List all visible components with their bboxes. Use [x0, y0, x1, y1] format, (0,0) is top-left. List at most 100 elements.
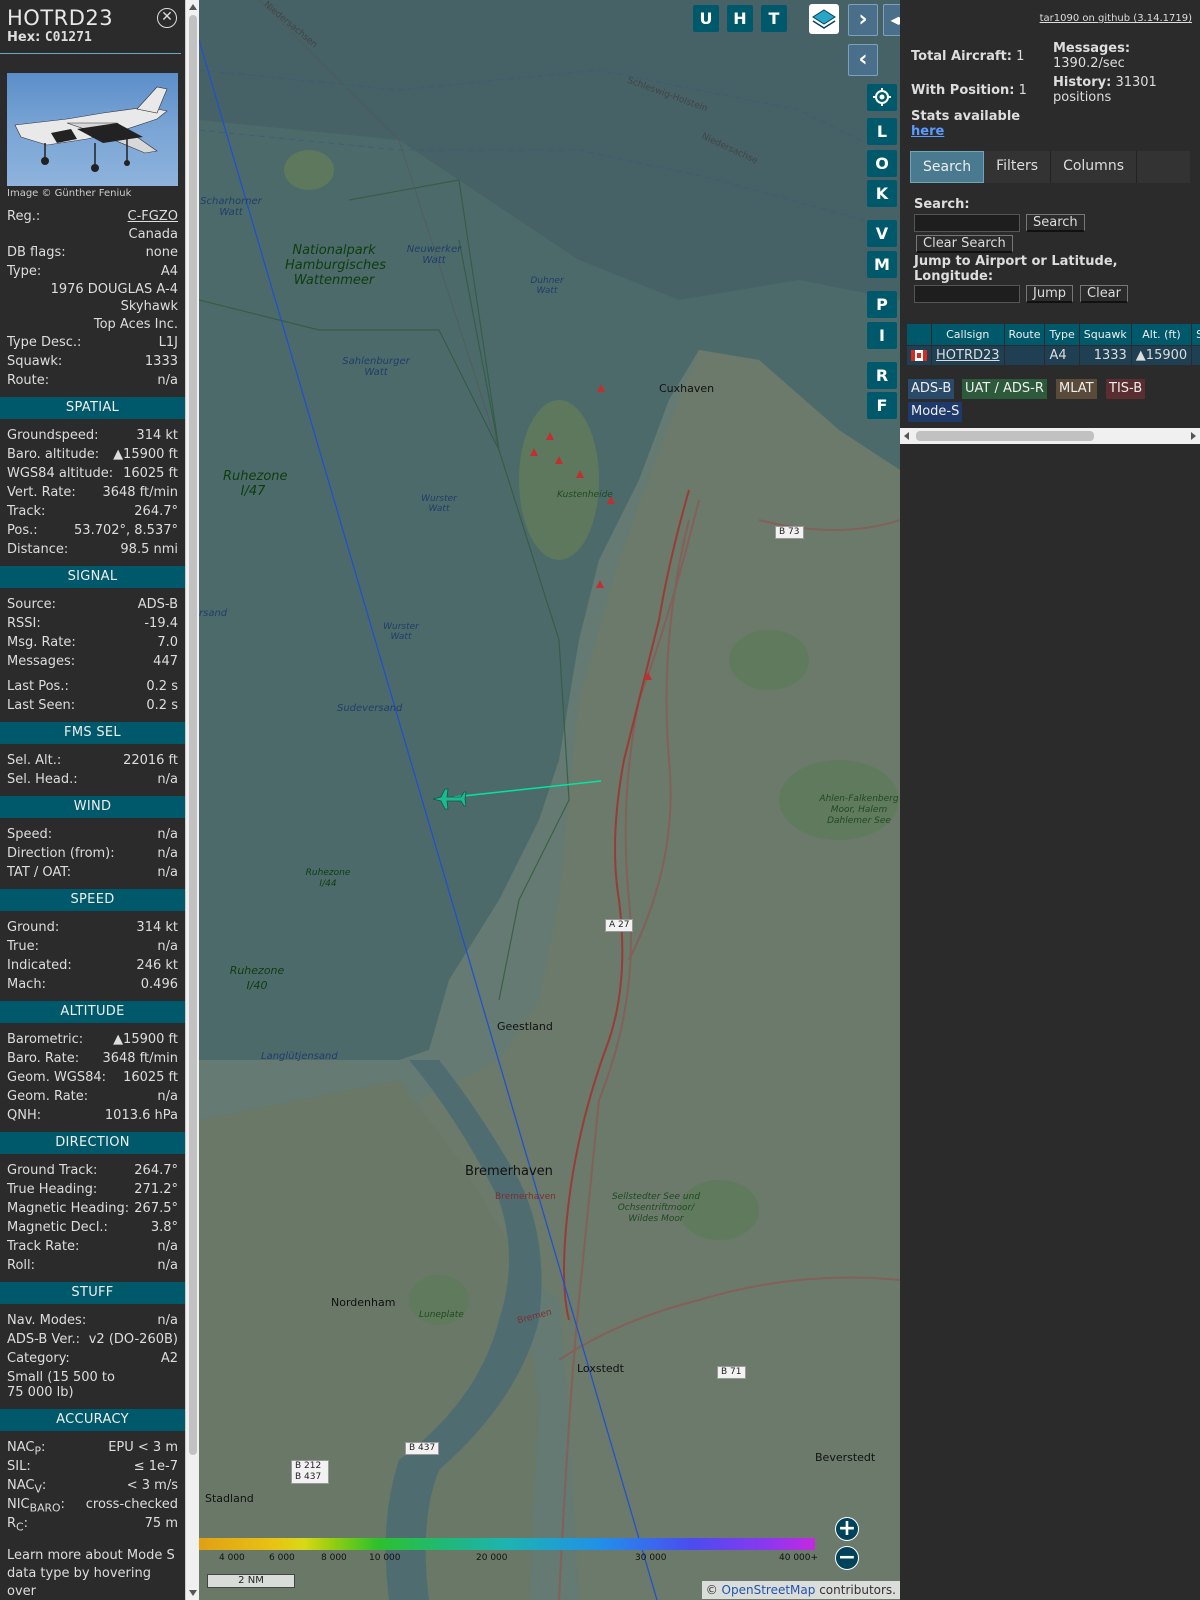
nacp-row: NACP: EPU < 3 m [0, 1438, 185, 1458]
info-label: Geom. WGS84: [7, 1070, 107, 1085]
prev-icon[interactable]: ‹ [848, 44, 878, 76]
zoom-in-icon[interactable]: + [835, 1517, 859, 1541]
map-label-sahlenburger: Sahlenburger Watt [342, 356, 410, 378]
total-aircraft-label: Total Aircraft: [911, 49, 1012, 64]
squawk-label: Squawk: [7, 354, 63, 369]
info-row: TAT / OAT: n/a [0, 863, 185, 882]
info-row: Track Rate: n/a [0, 1237, 185, 1256]
info-value: n/a [157, 827, 178, 842]
map-button-o[interactable]: O [867, 150, 897, 177]
table-header-row: Callsign Route Type Squawk Alt. (ft) Sp [906, 323, 1200, 346]
map-button-r[interactable]: R [867, 362, 897, 389]
row-callsign[interactable]: HOTRD23 [931, 345, 1005, 366]
map-button-f[interactable]: F [867, 392, 897, 419]
col-route[interactable]: Route [1003, 323, 1046, 346]
scroll-right-icon[interactable] [1191, 432, 1196, 440]
image-credit: Image © Günther Feniuk [7, 188, 132, 199]
map-button-t[interactable]: T [761, 5, 787, 32]
scroll-up-icon[interactable] [189, 4, 197, 10]
type-full-1: 1976 DOUGLAS A-4 [50, 282, 178, 297]
with-position-value: 1 [1018, 83, 1027, 98]
info-row: True Heading: 271.2° [0, 1180, 185, 1199]
info-label: Baro. altitude: [7, 447, 100, 462]
map-button-i[interactable]: I [867, 322, 897, 349]
jump-button[interactable]: Jump [1026, 285, 1073, 303]
col-callsign[interactable]: Callsign [931, 323, 1005, 346]
left-panel-scrollbar[interactable] [185, 0, 199, 1600]
info-value: 264.7° [134, 1163, 178, 1178]
aircraft-info-panel: HOTRD23 Hex: C01271 ✕ Image © Günther Fe… [0, 0, 185, 1600]
legend-tisb[interactable]: TIS-B [1106, 379, 1146, 399]
hscrollbar-thumb[interactable] [916, 431, 1094, 441]
map-attribution: © OpenStreetMap contributors. [701, 1581, 900, 1599]
map-button-v[interactable]: V [867, 220, 897, 247]
map-button-p[interactable]: P [867, 291, 897, 318]
zoom-out-icon[interactable]: − [835, 1546, 859, 1570]
table-horizontal-scrollbar[interactable] [900, 428, 1200, 444]
col-altitude[interactable]: Alt. (ft) [1130, 323, 1193, 346]
clear-button[interactable]: Clear [1080, 285, 1128, 303]
scrollbar-thumb[interactable] [189, 15, 197, 1455]
col-squawk[interactable]: Squawk [1078, 323, 1132, 346]
info-row: Roll: n/a [0, 1256, 185, 1275]
category-label: Category: [7, 1351, 70, 1366]
legend-adsb[interactable]: ADS-B [908, 379, 955, 399]
info-label: Last Seen: [7, 698, 76, 713]
signal-list: Source: ADS-B RSSI: -19.4 Msg. Rate: 7.0 Messa… [0, 595, 185, 671]
alt-label-10000: 10 000 [369, 1553, 401, 1563]
with-position: With Position: 1 [911, 83, 1027, 98]
close-icon[interactable]: ✕ [157, 8, 177, 28]
info-row: Magnetic Decl.: 3.8° [0, 1218, 185, 1237]
adsbver-label: ADS-B Ver.: [7, 1332, 80, 1347]
map-background [199, 0, 900, 1600]
rc-value: 75 m [144, 1516, 178, 1531]
tab-columns[interactable]: Columns [1051, 151, 1137, 183]
info-row: Geom. WGS84: 16025 ft [0, 1068, 185, 1087]
map-button-m[interactable]: M [867, 251, 897, 278]
tab-search[interactable]: Search [910, 151, 985, 183]
search-button[interactable]: Search [1026, 214, 1085, 232]
info-value: n/a [157, 772, 178, 787]
map-label-beverstedt: Beverstedt [815, 1451, 876, 1464]
legend-modes[interactable]: Mode-S [908, 402, 963, 422]
map-button-l[interactable]: L [867, 118, 897, 145]
legend-mlat[interactable]: MLAT [1056, 379, 1097, 399]
info-row: Msg. Rate: 7.0 [0, 633, 185, 652]
map-button-k[interactable]: K [867, 180, 897, 207]
scroll-left-icon[interactable] [904, 432, 909, 440]
search-input[interactable] [914, 214, 1020, 232]
col-speed[interactable]: Sp [1191, 323, 1200, 346]
layers-icon[interactable] [809, 4, 839, 34]
col-type[interactable]: Type [1044, 323, 1080, 346]
github-link[interactable]: tar1090 on github (3.14.1719) [1040, 13, 1192, 24]
info-row: Direction (from): n/a [0, 844, 185, 863]
road-a27: A 27 [605, 919, 634, 932]
info-row: Pos.: 53.702°, 8.537° [0, 521, 185, 540]
map-label-kustenheide: Kustenheide [557, 490, 613, 500]
info-label: Barometric: [7, 1032, 84, 1047]
info-label: Track: [7, 504, 46, 519]
legend-uat-adsr[interactable]: UAT / ADS-R [962, 379, 1047, 399]
aircraft-photo[interactable] [7, 73, 178, 186]
info-value: 1013.6 hPa [104, 1108, 178, 1123]
clear-search-button[interactable]: Clear Search [916, 235, 1013, 253]
alt-label-6000: 6 000 [269, 1553, 295, 1563]
map-view[interactable]: Cuxhaven Kustenheide Geestland Bremerhav… [199, 0, 900, 1600]
section-direction: DIRECTION [0, 1132, 185, 1154]
table-row[interactable]: HOTRD23 A4 1333 ▲15900 [906, 345, 1200, 366]
aircraft-marker-icon[interactable] [431, 786, 467, 812]
scroll-down-icon[interactable] [189, 1590, 197, 1596]
map-label-nationalpark: Nationalpark Hamburgisches Wattenmeer [285, 243, 387, 288]
map-button-h[interactable]: H [727, 5, 753, 32]
stats-here-link[interactable]: here [911, 124, 944, 139]
settings-gear-icon[interactable] [867, 84, 897, 111]
next-icon[interactable]: › [848, 4, 878, 36]
info-value: n/a [157, 865, 178, 880]
osm-link[interactable]: OpenStreetMap [722, 1583, 816, 1597]
jump-input[interactable] [914, 285, 1020, 303]
map-button-u[interactable]: U [693, 5, 719, 32]
registration-link[interactable]: C-FGZO [128, 207, 178, 226]
section-speed: SPEED [0, 889, 185, 911]
expand-icon[interactable]: ◂▸ [883, 4, 900, 36]
tab-filters[interactable]: Filters [984, 151, 1052, 183]
